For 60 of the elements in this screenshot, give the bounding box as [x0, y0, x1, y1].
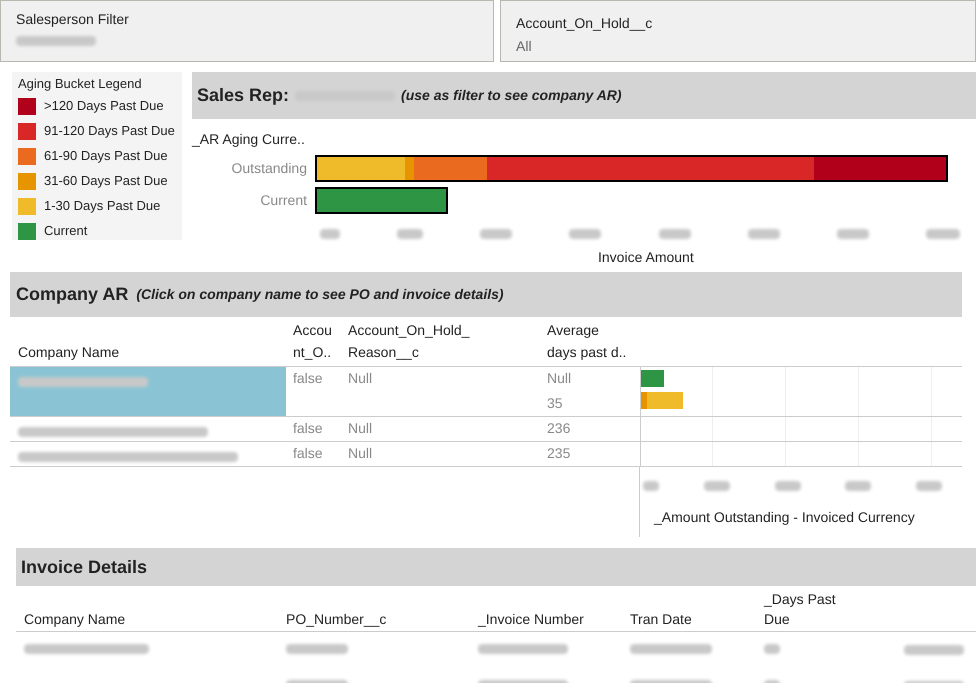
column-header: Accou nt_O..	[293, 321, 333, 362]
blurred-text	[397, 229, 424, 239]
company-cell[interactable]	[10, 367, 286, 416]
column-header: Company Name	[23, 610, 126, 629]
blurred-text	[286, 644, 348, 654]
filter-card[interactable]: Salesperson Filter	[0, 0, 494, 62]
filter-value: All	[516, 37, 533, 56]
filter-label: Salesperson Filter	[16, 10, 130, 29]
axis-header: _AR Aging Curre..	[192, 130, 305, 149]
table-cell-text: 236	[547, 419, 570, 438]
table-cell-text: false	[292, 444, 324, 463]
blurred-text	[320, 229, 340, 239]
blurred-text	[926, 229, 960, 239]
blurred-text	[916, 481, 942, 491]
legend-title: Aging Bucket Legend	[18, 75, 143, 93]
column-header: PO_Number__c	[286, 610, 388, 629]
filter-card[interactable]: Account_On_Hold__c All	[500, 0, 976, 62]
row-label: Outstanding	[230, 159, 308, 178]
table-cell-text: Null	[547, 369, 572, 388]
blurred-text	[774, 481, 800, 491]
column-header: Average days past d..	[547, 321, 628, 362]
section-title: Sales Rep:	[197, 84, 290, 107]
table-cell-text: 235	[547, 444, 570, 463]
column-header: _Invoice Number	[478, 610, 585, 629]
blurred-text	[845, 481, 872, 491]
bar	[641, 370, 664, 387]
filter-label: Account_On_Hold__c	[516, 14, 654, 33]
axis-label: _Amount Outstanding - Invoiced Currency	[654, 508, 915, 527]
table-cell-text: Null	[348, 444, 374, 463]
legend-label: 61-90 Days Past Due	[44, 147, 168, 166]
legend-label: 1-30 Days Past Due	[44, 197, 160, 216]
blurred-text	[569, 229, 602, 239]
blurred-text	[904, 645, 964, 655]
column-header: Tran Date	[630, 610, 693, 629]
legend-label: 91-120 Days Past Due	[44, 122, 175, 140]
blurred-text	[836, 229, 869, 239]
column-header: Account_On_Hold_ Reason__c	[348, 321, 470, 362]
stacked-bar	[641, 392, 683, 409]
blurred-text	[764, 644, 780, 654]
table-cell-text: false	[292, 369, 324, 388]
legend-label: 31-60 Days Past Due	[44, 172, 168, 190]
blurred-text	[480, 229, 512, 239]
axis-label: Invoice Amount	[598, 248, 694, 267]
legend-label: Current	[44, 222, 88, 240]
section-note: (Click on company name to see PO and invoice details)	[136, 285, 504, 304]
table-cell-text: Null	[348, 419, 374, 438]
section-title: Invoice Details	[21, 556, 148, 578]
section-title: Company AR	[16, 283, 128, 306]
table-cell-text: Null	[348, 369, 374, 388]
blurred-text	[643, 481, 659, 491]
blurred-text	[748, 229, 780, 239]
table-cell-text: false	[292, 419, 324, 438]
section-note: (use as filter to see company AR)	[401, 86, 622, 105]
legend-label: >120 Days Past Due	[44, 97, 164, 116]
blurred-text	[658, 229, 691, 239]
column-header: Company Name	[17, 343, 120, 362]
table-cell-text: 35	[547, 394, 563, 412]
row-label: Current	[259, 191, 308, 210]
blurred-text	[704, 481, 730, 491]
column-header: _Days Past Due	[764, 590, 837, 629]
